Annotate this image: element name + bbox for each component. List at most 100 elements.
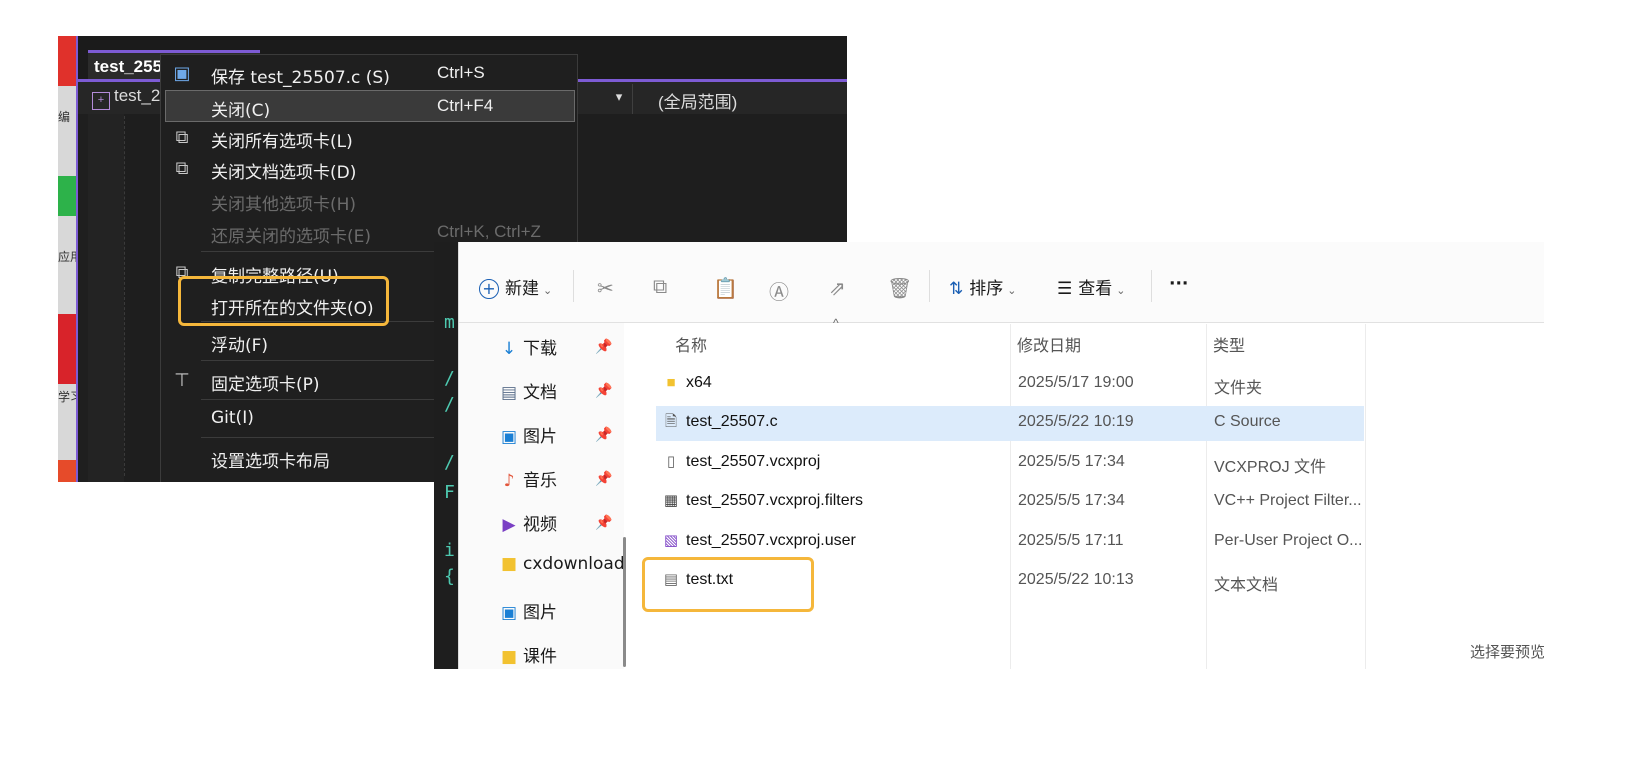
file-date: 2025/5/17 19:00 <box>1018 374 1134 391</box>
editor-behind: m / / / F i { <box>434 242 458 669</box>
nav-item-pictures-2[interactable]: ▣ 图片 <box>499 598 557 623</box>
file-type: 文件夹 <box>1214 380 1263 397</box>
menu-item-save[interactable]: ▣ 保存 test_25507.c (S) Ctrl+S <box>161 58 577 90</box>
pin-icon[interactable]: 📌 <box>595 338 612 355</box>
app-icon-orange[interactable] <box>58 460 76 482</box>
menu-label: Git(I) <box>211 408 254 428</box>
desk-label: 编 <box>58 110 71 124</box>
user-file-icon: ▧ <box>663 532 679 549</box>
file-name: test_25507.c <box>686 413 778 430</box>
menu-label: 保存 test_25507.c (S) <box>211 68 390 88</box>
sort-button[interactable]: ⇅ 排序 ⌄ <box>949 274 1016 299</box>
desk-label: 学习 <box>58 390 76 404</box>
menu-item-close[interactable]: 关闭(C) Ctrl+F4 <box>165 90 575 122</box>
folder-icon: ■ <box>500 647 518 667</box>
desk-label: 应用 <box>58 250 76 264</box>
code-fragment: { <box>444 566 455 587</box>
menu-item-close-documents[interactable]: ⧉ 关闭文档选项卡(D) <box>161 153 577 185</box>
explorer-toolbar: + 新建 ⌄ ✂ ⧉ 📋 Ⓐ ⇗ 🗑 ⇅ 排序 ⌄ ☰ 查看 ⌄ ··· <box>459 242 1544 323</box>
file-date: 2025/5/22 10:13 <box>1018 571 1134 588</box>
column-divider[interactable] <box>1365 324 1366 669</box>
file-icon: ▯ <box>666 453 676 470</box>
nav-item-music[interactable]: ♪ 音乐 <box>499 466 557 491</box>
share-icon[interactable]: ⇗ <box>829 276 846 301</box>
toolbar-divider <box>573 270 574 302</box>
nav-item-downloads[interactable]: ↓ 下载 <box>499 334 557 359</box>
nav-file-dropdown[interactable]: + test_2 <box>92 86 160 110</box>
view-button[interactable]: ☰ 查看 ⌄ <box>1057 274 1125 299</box>
nav-item-documents[interactable]: ▤ 文档 <box>499 378 557 403</box>
new-button[interactable]: + 新建 ⌄ <box>479 274 552 299</box>
menu-label: 关闭文档选项卡(D) <box>211 163 357 183</box>
column-header-type[interactable]: 类型 <box>1213 332 1245 356</box>
nav-label: cxdownload <box>523 554 625 574</box>
file-date: 2025/5/22 10:19 <box>1018 413 1134 430</box>
more-options-button[interactable]: ··· <box>1169 274 1188 294</box>
nav-label: 下载 <box>523 339 557 359</box>
nav-label: 图片 <box>523 603 557 623</box>
file-row[interactable]: ▦ test_25507.vcxproj.filters 2025/5/5 17… <box>656 485 1364 520</box>
explorer-content: + 新建 ⌄ ✂ ⧉ 📋 Ⓐ ⇗ 🗑 ⇅ 排序 ⌄ ☰ 查看 ⌄ ··· ↓ 下载 📌 ▤ 文档… <box>458 242 1544 669</box>
nav-item-pictures[interactable]: ▣ 图片 <box>499 422 557 447</box>
sort-label: 排序 <box>969 279 1004 299</box>
column-header-name[interactable]: 名称 <box>675 332 707 356</box>
rename-icon[interactable]: Ⓐ <box>769 276 789 305</box>
desktop-strip: 编 应用 学习 <box>58 36 76 482</box>
toolbar-divider <box>1151 270 1152 302</box>
nav-item-courseware[interactable]: ■ 课件 <box>499 642 557 667</box>
divider <box>632 84 633 114</box>
delete-icon[interactable]: 🗑 <box>887 276 912 301</box>
column-header-date[interactable]: 修改日期 <box>1017 332 1081 356</box>
copy-icon[interactable]: ⧉ <box>653 276 667 299</box>
file-row[interactable]: ■ x64 2025/5/17 19:00 文件夹 <box>656 367 1364 402</box>
file-type: VC++ Project Filter... <box>1214 492 1362 509</box>
filters-icon: ▦ <box>663 492 679 509</box>
sort-icon: ⇅ <box>949 279 964 299</box>
pin-icon[interactable]: 📌 <box>595 514 612 531</box>
menu-shortcut: Ctrl+F4 <box>437 96 494 115</box>
nav-label: 音乐 <box>523 471 557 491</box>
menu-item-close-all[interactable]: ⧉ 关闭所有选项卡(L) <box>161 122 577 154</box>
menu-shortcut: Ctrl+K, Ctrl+Z <box>437 222 541 241</box>
file-row[interactable]: ▧ test_25507.vcxproj.user 2025/5/5 17:11… <box>656 525 1364 560</box>
file-date: 2025/5/5 17:34 <box>1018 492 1125 509</box>
line-number-gutter <box>88 114 124 482</box>
code-fragment: / <box>444 394 455 415</box>
nav-item-videos[interactable]: ▶ 视频 <box>499 510 557 535</box>
file-row-selected[interactable]: 🗎 test_25507.c 2025/5/22 10:19 C Source <box>656 406 1364 441</box>
file-name: test_25507.vcxproj <box>686 453 821 470</box>
close-document-tabs-icon: ⧉ <box>175 158 189 178</box>
paste-icon[interactable]: 📋 <box>713 276 738 301</box>
view-list-icon: ☰ <box>1057 279 1073 299</box>
scope-dropdown[interactable]: (全局范围) <box>658 88 737 113</box>
file-type: 文本文档 <box>1214 577 1279 594</box>
app-icon-red[interactable] <box>58 36 76 86</box>
app-icon-green[interactable] <box>58 176 76 216</box>
file-date: 2025/5/5 17:34 <box>1018 453 1125 470</box>
preview-pane-hint: 选择要预览的 <box>1470 643 1544 661</box>
download-icon: ↓ <box>501 339 517 359</box>
nav-scrollbar[interactable] <box>623 537 626 667</box>
nav-label: 文档 <box>523 383 557 403</box>
tab-active-label: test_255 <box>94 57 163 76</box>
folder-icon: ■ <box>500 554 518 574</box>
menu-label: 浮动(F) <box>211 336 269 356</box>
nav-file-label: test_2 <box>114 86 161 105</box>
menu-label: 还原关闭的选项卡(E) <box>211 227 372 247</box>
dropdown-arrow-icon[interactable]: ▾ <box>608 86 630 108</box>
view-label: 查看 <box>1078 279 1113 299</box>
pin-icon[interactable]: 📌 <box>595 470 612 487</box>
file-row[interactable]: ▯ test_25507.vcxproj 2025/5/5 17:34 VCXP… <box>656 446 1364 481</box>
cut-icon[interactable]: ✂ <box>597 276 614 301</box>
pin-icon: ⊤ <box>174 370 190 390</box>
toolbar-divider <box>929 270 930 302</box>
picture-icon: ▣ <box>500 603 518 623</box>
app-icon-red-2[interactable] <box>58 314 76 384</box>
plus-circle-icon: + <box>479 279 499 299</box>
video-icon: ▶ <box>502 515 516 535</box>
nav-item-cxdownload[interactable]: ■ cxdownload <box>499 554 625 574</box>
pin-icon[interactable]: 📌 <box>595 382 612 399</box>
menu-item-close-others[interactable]: 关闭其他选项卡(H) <box>161 185 577 217</box>
menu-label: 关闭所有选项卡(L) <box>211 132 353 152</box>
pin-icon[interactable]: 📌 <box>595 426 612 443</box>
